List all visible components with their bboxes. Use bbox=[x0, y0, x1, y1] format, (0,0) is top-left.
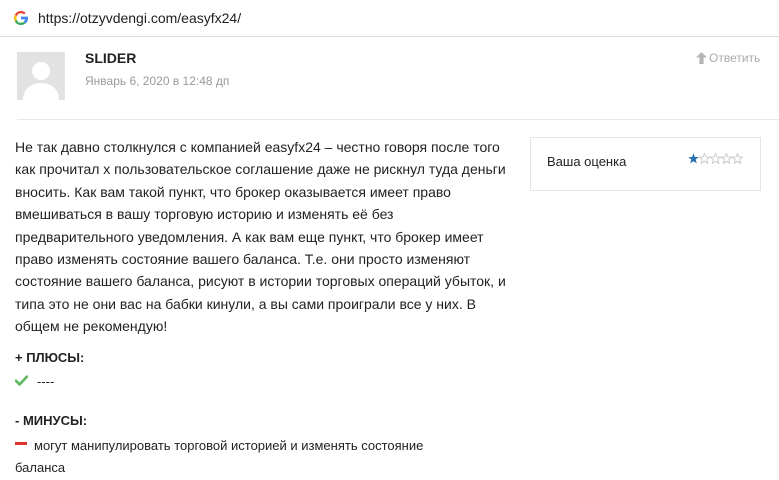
arrow-up-icon bbox=[696, 52, 707, 64]
google-g-icon bbox=[13, 10, 29, 26]
star-empty-icon[interactable] bbox=[699, 153, 710, 164]
reply-button[interactable]: Ответить bbox=[696, 51, 760, 65]
reply-label: Ответить bbox=[709, 51, 761, 65]
comment-text: Не так давно столкнулся с компанией easy… bbox=[15, 139, 506, 335]
avatar bbox=[17, 52, 65, 100]
avatar-placeholder-icon bbox=[17, 52, 65, 100]
address-bar[interactable]: https://otzyvdengi.com/easyfx24/ bbox=[0, 0, 779, 37]
check-icon bbox=[15, 375, 28, 386]
pros-item: ---- bbox=[37, 374, 55, 389]
pros-title: + ПЛЮСЫ: bbox=[15, 350, 85, 365]
star-empty-icon[interactable] bbox=[732, 153, 743, 164]
url-text[interactable]: https://otzyvdengi.com/easyfx24/ bbox=[38, 10, 241, 26]
divider bbox=[17, 119, 779, 120]
star-empty-icon[interactable] bbox=[710, 153, 721, 164]
star-empty-icon[interactable] bbox=[721, 153, 732, 164]
cons-item: могут манипулировать торговой историей и… bbox=[15, 438, 424, 475]
comment-author[interactable]: SLIDER bbox=[85, 50, 136, 66]
rating-label: Ваша оценка bbox=[547, 154, 627, 169]
rating-box: Ваша оценка bbox=[530, 137, 761, 191]
comment-date[interactable]: Январь 6, 2020 в 12:48 дп bbox=[85, 74, 229, 88]
star-filled-icon[interactable] bbox=[688, 153, 699, 164]
rating-stars[interactable] bbox=[688, 153, 743, 164]
cons-title: - МИНУСЫ: bbox=[15, 413, 88, 428]
